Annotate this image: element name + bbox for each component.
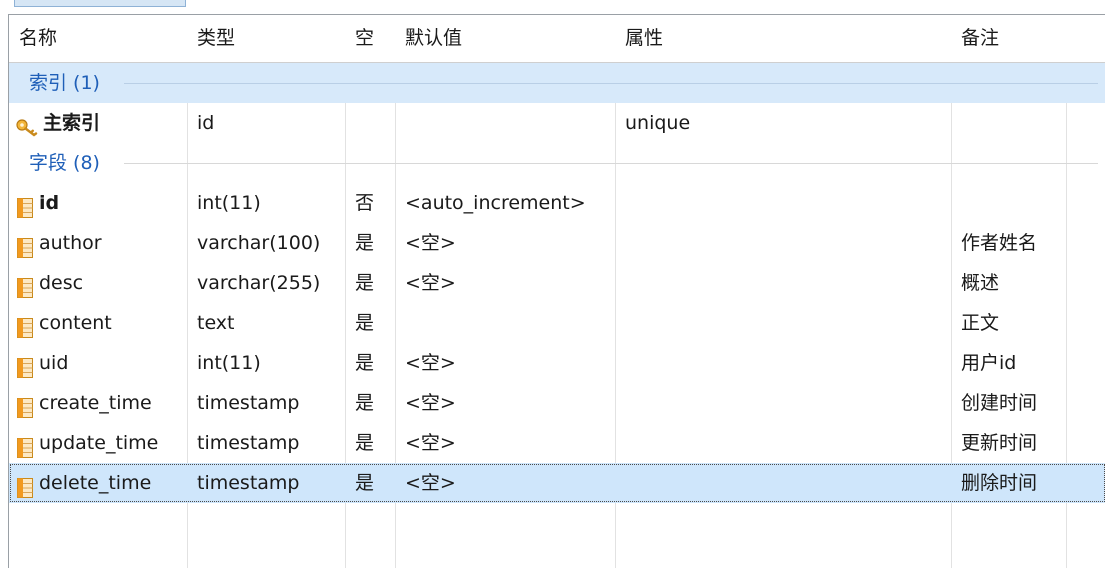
column-icon [17, 192, 33, 218]
field-comment-cell[interactable]: 概述 [951, 263, 1066, 303]
field-name: content [39, 312, 112, 334]
index-name: 主索引 [43, 112, 101, 134]
field-null-cell[interactable]: 否 [345, 183, 395, 223]
field-default-cell[interactable] [395, 303, 615, 343]
field-name: id [39, 192, 60, 214]
field-type-cell[interactable]: text [187, 303, 345, 343]
field-default-cell[interactable]: <空> [395, 383, 615, 423]
field-comment-cell[interactable]: 创建时间 [951, 383, 1066, 423]
field-null-cell[interactable]: 是 [345, 463, 395, 503]
field-name-cell[interactable]: desc [9, 263, 187, 303]
field-type-cell[interactable]: timestamp [187, 383, 345, 423]
field-row-create-time[interactable]: create_time timestamp 是 <空> 创建时间 [9, 383, 1105, 423]
column-icon [17, 392, 33, 418]
toolbar-tab-edge [14, 0, 186, 7]
field-name: desc [39, 272, 84, 294]
index-attr-cell[interactable]: unique [615, 103, 951, 143]
table-structure-grid: 名称 类型 空 默认值 属性 备注 索引 (1) 主索引 id unique 字… [8, 14, 1105, 568]
field-comment-cell[interactable]: 更新时间 [951, 423, 1066, 463]
field-comment-cell[interactable]: 作者姓名 [951, 223, 1066, 263]
index-group-row[interactable]: 索引 (1) [9, 63, 1105, 103]
column-icon [17, 472, 33, 498]
field-type-cell[interactable]: int(11) [187, 183, 345, 223]
field-type-cell[interactable]: timestamp [187, 463, 345, 503]
field-default-cell[interactable]: <空> [395, 343, 615, 383]
field-comment-cell[interactable]: 正文 [951, 303, 1066, 343]
field-name-cell[interactable]: content [9, 303, 187, 343]
field-attr-cell[interactable] [615, 383, 951, 423]
field-type-cell[interactable]: timestamp [187, 423, 345, 463]
column-icon [17, 312, 33, 338]
field-comment-cell[interactable]: 删除时间 [951, 463, 1066, 503]
field-name: author [39, 232, 102, 254]
field-name-cell[interactable]: id [9, 183, 187, 223]
field-row-author[interactable]: author varchar(100) 是 <空> 作者姓名 [9, 223, 1105, 263]
index-group-label: 索引 (1) [29, 72, 100, 94]
field-group-row[interactable]: 字段 (8) [9, 143, 1105, 183]
column-icon [17, 272, 33, 298]
field-row-delete-time[interactable]: delete_time timestamp 是 <空> 删除时间 [9, 463, 1105, 503]
field-row-uid[interactable]: uid int(11) 是 <空> 用户id [9, 343, 1105, 383]
key-icon [15, 112, 39, 137]
field-name: create_time [39, 392, 152, 414]
field-name-cell[interactable]: update_time [9, 423, 187, 463]
field-row-update-time[interactable]: update_time timestamp 是 <空> 更新时间 [9, 423, 1105, 463]
field-row-content[interactable]: content text 是 正文 [9, 303, 1105, 343]
field-null-cell[interactable]: 是 [345, 303, 395, 343]
field-group-label: 字段 (8) [9, 143, 108, 183]
column-icon [17, 432, 33, 458]
field-name-cell[interactable]: uid [9, 343, 187, 383]
index-type-cell[interactable]: id [187, 103, 345, 143]
field-default-cell[interactable]: <auto_increment> [395, 183, 615, 223]
field-comment-cell[interactable]: 用户id [951, 343, 1066, 383]
field-attr-cell[interactable] [615, 463, 951, 503]
header-name[interactable]: 名称 [9, 15, 187, 62]
group-divider-line [124, 83, 1098, 84]
field-attr-cell[interactable] [615, 183, 951, 223]
header-type[interactable]: 类型 [187, 15, 345, 62]
field-comment-cell[interactable] [951, 183, 1066, 223]
field-null-cell[interactable]: 是 [345, 383, 395, 423]
column-icon [17, 232, 33, 258]
field-type-cell[interactable]: int(11) [187, 343, 345, 383]
group-divider-line [124, 163, 1098, 164]
field-attr-cell[interactable] [615, 303, 951, 343]
field-name-cell[interactable]: create_time [9, 383, 187, 423]
index-row-primary[interactable]: 主索引 id unique [9, 103, 1105, 143]
field-null-cell[interactable]: 是 [345, 223, 395, 263]
index-name-cell[interactable]: 主索引 [9, 103, 187, 143]
field-name: uid [39, 352, 69, 374]
field-attr-cell[interactable] [615, 343, 951, 383]
field-name-cell[interactable]: author [9, 223, 187, 263]
field-attr-cell[interactable] [615, 263, 951, 303]
header-null[interactable]: 空 [345, 15, 395, 62]
grid-header: 名称 类型 空 默认值 属性 备注 [9, 15, 1105, 63]
field-default-cell[interactable]: <空> [395, 263, 615, 303]
field-name: delete_time [39, 472, 152, 494]
field-attr-cell[interactable] [615, 223, 951, 263]
column-icon [17, 352, 33, 378]
field-row-desc[interactable]: desc varchar(255) 是 <空> 概述 [9, 263, 1105, 303]
field-type-cell[interactable]: varchar(100) [187, 223, 345, 263]
field-default-cell[interactable]: <空> [395, 223, 615, 263]
field-null-cell[interactable]: 是 [345, 423, 395, 463]
header-default[interactable]: 默认值 [395, 15, 615, 62]
field-default-cell[interactable]: <空> [395, 463, 615, 503]
field-name: update_time [39, 432, 159, 454]
field-type-cell[interactable]: varchar(255) [187, 263, 345, 303]
field-attr-cell[interactable] [615, 423, 951, 463]
field-null-cell[interactable]: 是 [345, 343, 395, 383]
field-row-id[interactable]: id int(11) 否 <auto_increment> [9, 183, 1105, 223]
header-comment[interactable]: 备注 [951, 15, 1066, 62]
field-default-cell[interactable]: <空> [395, 423, 615, 463]
header-attr[interactable]: 属性 [615, 15, 951, 62]
field-name-cell[interactable]: delete_time [9, 463, 187, 503]
field-null-cell[interactable]: 是 [345, 263, 395, 303]
